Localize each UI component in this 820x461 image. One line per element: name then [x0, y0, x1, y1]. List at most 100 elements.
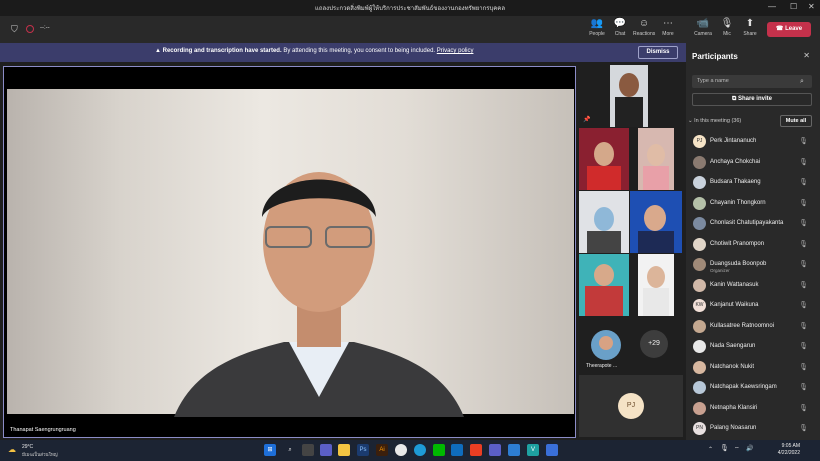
mic-muted-icon[interactable]: 🎙	[799, 342, 808, 350]
camera-button[interactable]: 📹 Camera	[692, 18, 714, 37]
chrome-icon[interactable]	[395, 444, 407, 456]
chat-button[interactable]: 💬 Chat	[609, 18, 631, 37]
people-icon: 👥	[590, 18, 604, 29]
participant-avatar[interactable]	[591, 330, 621, 360]
participant-row[interactable]: Chayanin Thongkorn 🎙	[692, 194, 816, 214]
reactions-button[interactable]: ☺ Reactions	[633, 18, 655, 37]
participant-body	[638, 231, 674, 253]
gallery-tile[interactable]	[638, 128, 674, 190]
app-icon[interactable]	[508, 444, 520, 456]
mic-muted-icon[interactable]: 🎙	[799, 281, 808, 289]
outlook-icon[interactable]	[451, 444, 463, 456]
mic-muted-icon[interactable]: 🎙	[799, 260, 808, 268]
in-meeting-toggle[interactable]: ⌄ In this meeting (36)	[688, 118, 741, 124]
app-icon[interactable]	[470, 444, 482, 456]
mic-icon: 🎙	[720, 18, 734, 29]
participant-row[interactable]: PN Palang Noasarun 🎙	[692, 419, 816, 439]
participant-row[interactable]: Budsara Thakaeng 🎙	[692, 173, 816, 193]
illustrator-icon[interactable]: Ai	[376, 444, 388, 456]
gallery-tile[interactable]	[579, 254, 629, 316]
wifi-icon[interactable]: ⌔	[734, 445, 740, 453]
self-view-tile[interactable]: PJ	[579, 375, 683, 437]
mic-muted-icon[interactable]: 🎙	[799, 363, 808, 371]
people-button[interactable]: 👥 People	[586, 18, 608, 37]
privacy-policy-link[interactable]: Privacy policy	[437, 48, 474, 54]
teams-icon[interactable]	[489, 444, 501, 456]
participant-row[interactable]: Kanin Wattanasuk 🎙	[692, 276, 816, 296]
mic-muted-icon[interactable]: 🎙	[799, 199, 808, 207]
weather-desc[interactable]: มีเมฆเป็นส่วนใหญ่	[22, 451, 58, 458]
participant-row[interactable]: Chotiwit Pranompon 🎙	[692, 235, 816, 255]
mic-muted-icon[interactable]: 🎙	[799, 322, 808, 330]
gallery-tile[interactable]	[579, 128, 629, 190]
mic-muted-icon[interactable]: 🎙	[799, 178, 808, 186]
leave-button[interactable]: ☎ Leave	[767, 22, 811, 37]
participant-body	[643, 166, 669, 190]
close-window-button[interactable]: ✕	[808, 2, 815, 11]
mic-button[interactable]: 🎙 Mic	[716, 18, 738, 37]
participant-body	[587, 166, 621, 190]
search-input[interactable]: Type a name	[692, 75, 812, 88]
participant-row[interactable]: Anchaya Chokchai 🎙	[692, 153, 816, 173]
participant-face	[619, 73, 639, 97]
minimize-button[interactable]: —	[768, 2, 776, 11]
participant-row[interactable]: Chonlasit Chatutipayakanta 🎙	[692, 214, 816, 234]
participant-row[interactable]: KW Kanjanut Waikuna 🎙	[692, 296, 816, 316]
participant-row[interactable]: Netnapha Klansiri 🎙	[692, 399, 816, 419]
search-icon[interactable]: ⌕	[800, 78, 804, 86]
edge-icon[interactable]	[414, 444, 426, 456]
clock[interactable]: 9:05 AM 4/22/2022	[760, 443, 800, 457]
mic-muted-icon[interactable]: 🎙	[799, 240, 808, 248]
participant-row[interactable]: PJ Perk Jintananuch 🎙	[692, 132, 816, 152]
participant-row[interactable]: Duangsuda Boonpob Organizer 🎙	[692, 255, 816, 275]
mic-muted-icon[interactable]: 🎙	[799, 137, 808, 145]
weather-temp[interactable]: 29°C	[22, 444, 33, 450]
pin-icon[interactable]: 📌	[583, 116, 590, 123]
teams-chat-icon[interactable]	[320, 444, 332, 456]
volume-icon[interactable]: 🔊	[746, 445, 753, 452]
participant-row[interactable]: Nada Saengarun 🎙	[692, 337, 816, 357]
warning-icon: ▲	[155, 48, 163, 54]
avatar: KW	[693, 299, 706, 312]
app-icon[interactable]	[546, 444, 558, 456]
more-participants-count[interactable]: +29	[640, 330, 668, 358]
share-invite-label: Share invite	[737, 96, 772, 102]
participant-row[interactable]: Natchanok Nukit 🎙	[692, 358, 816, 378]
share-button[interactable]: ⬆ Share	[739, 18, 761, 37]
dismiss-button[interactable]: Dismiss	[638, 46, 678, 59]
mic-muted-tray-icon[interactable]: 🎙	[720, 444, 729, 452]
participant-row[interactable]: Natchapak Kaewsringam 🎙	[692, 378, 816, 398]
line-icon[interactable]	[433, 444, 445, 456]
mic-muted-icon[interactable]: 🎙	[799, 301, 808, 309]
more-button[interactable]: ⋯ More	[657, 18, 679, 37]
more-label: More	[662, 31, 674, 37]
clock-date: 4/22/2022	[777, 450, 800, 456]
file-explorer-icon[interactable]	[338, 444, 350, 456]
main-speaker-video[interactable]: Thanapat Saengrungruang	[3, 66, 576, 438]
close-icon[interactable]: ✕	[803, 51, 810, 60]
mute-all-button[interactable]: Mute all	[780, 115, 812, 127]
gallery-tile[interactable]	[630, 191, 682, 253]
mic-muted-icon[interactable]: 🎙	[799, 383, 808, 391]
participant-row[interactable]: Kullasatree Ratnoomnoi 🎙	[692, 317, 816, 337]
mic-muted-icon[interactable]: 🎙	[799, 158, 808, 166]
gallery-tile[interactable]	[610, 65, 648, 127]
mic-muted-icon[interactable]: 🎙	[799, 424, 808, 432]
participant-face	[594, 264, 614, 286]
app-icon[interactable]: V	[527, 444, 539, 456]
mic-muted-icon[interactable]: 🎙	[799, 404, 808, 412]
chevron-up-icon[interactable]: ⌃	[708, 446, 713, 453]
shield-icon[interactable]: ⛉	[11, 24, 18, 35]
gallery-tile[interactable]	[579, 191, 629, 253]
share-invite-button[interactable]: ⧉ Share invite	[692, 93, 812, 106]
maximize-button[interactable]: ☐	[790, 2, 797, 11]
search-taskbar-icon[interactable]: ⌕	[284, 444, 296, 456]
video-stage: Thanapat Saengrungruang 📌 Theerapote ...…	[0, 62, 686, 440]
photoshop-icon[interactable]: Ps	[357, 444, 369, 456]
participants-panel: Participants ✕ Type a name ⌕ ⧉ Share inv…	[686, 43, 820, 440]
gallery-tile[interactable]	[638, 254, 674, 316]
start-icon[interactable]: ⊞	[264, 444, 276, 456]
taskview-icon[interactable]	[302, 444, 314, 456]
speaker-silhouette	[174, 172, 464, 417]
mic-muted-icon[interactable]: 🎙	[799, 219, 808, 227]
